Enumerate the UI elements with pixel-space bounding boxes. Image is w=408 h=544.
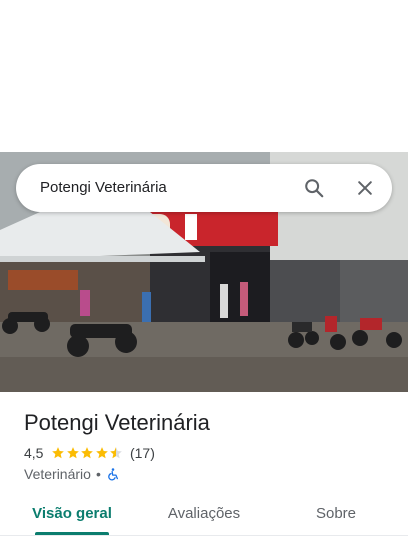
rating-value: 4,5 (24, 445, 44, 461)
tab-overview[interactable]: Visão geral (24, 494, 120, 534)
search-button[interactable] (298, 172, 330, 204)
separator-dot: • (95, 466, 101, 482)
star-icon (96, 447, 108, 459)
tab-about[interactable]: Sobre (296, 494, 376, 534)
search-input[interactable]: Potengi Veterinária (40, 164, 167, 212)
star-icon (67, 447, 79, 459)
rating-row[interactable]: 4,5 (17) (24, 443, 155, 463)
place-category: Veterinário (24, 466, 91, 482)
category-row: Veterinário • (24, 464, 120, 484)
search-bar[interactable]: Potengi Veterinária (16, 164, 392, 212)
tab-reviews[interactable]: Avaliações (156, 494, 252, 534)
search-icon (305, 179, 324, 198)
star-icon (81, 447, 94, 459)
star-rating (51, 446, 124, 460)
wheelchair-icon (108, 467, 118, 480)
tabs-divider (0, 535, 408, 536)
tab-bar: Visão geral Avaliações Sobre (0, 494, 408, 536)
review-count[interactable]: (17) (130, 445, 155, 461)
star-icon (52, 447, 65, 459)
place-title: Potengi Veterinária (24, 410, 210, 435)
close-icon (358, 181, 372, 195)
star-icon (110, 447, 123, 459)
clear-button[interactable] (349, 172, 381, 204)
